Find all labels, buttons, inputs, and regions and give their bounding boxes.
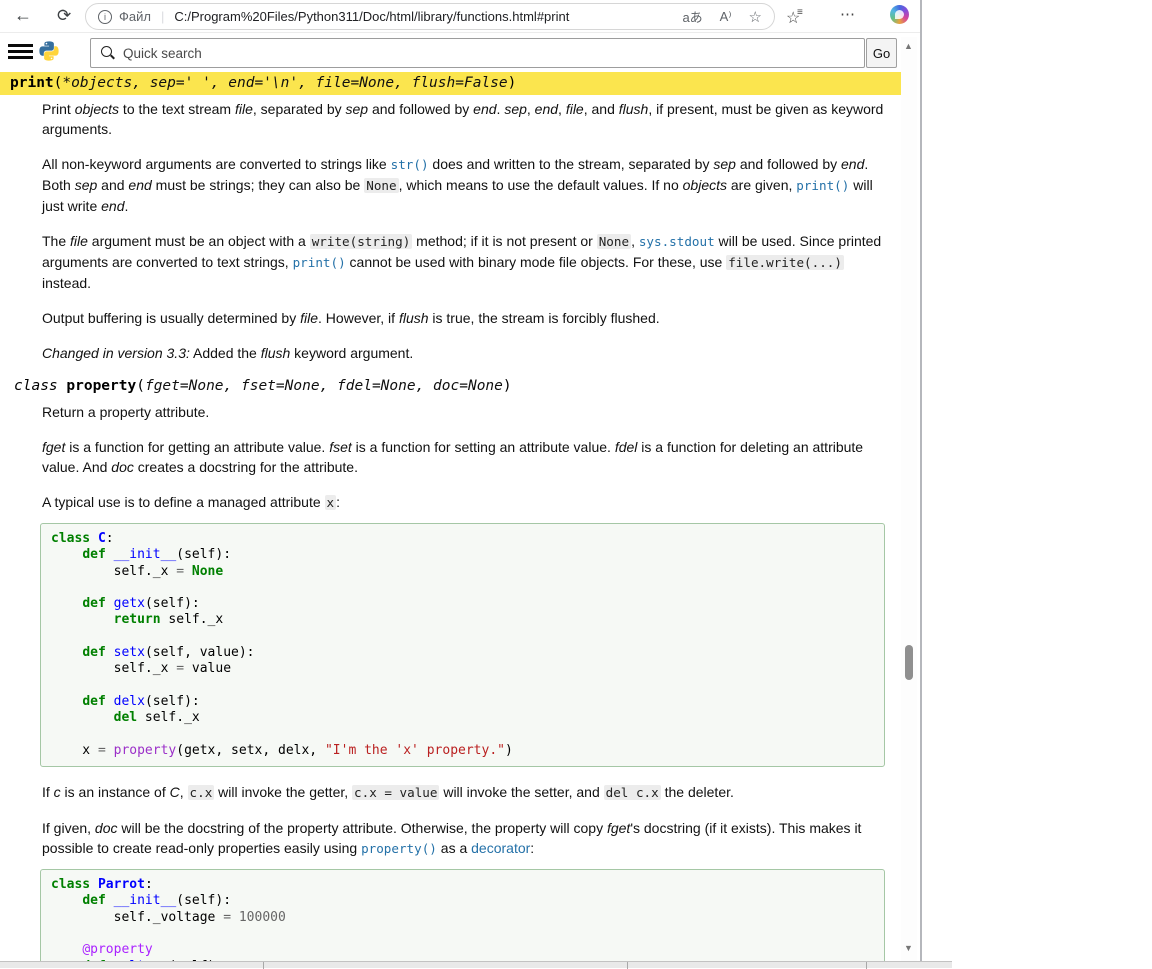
code-line: def setx(self, value): [51, 645, 874, 661]
window-edge-border [920, 0, 922, 961]
address-bar[interactable]: i Файл | C:/Program%20Files/Python311/Do… [85, 3, 775, 30]
paragraph: Output buffering is usually determined b… [42, 308, 886, 328]
property-class-entry: class property(fget=None, fset=None, fde… [0, 375, 903, 961]
link[interactable]: str() [391, 157, 429, 172]
copilot-icon[interactable] [890, 5, 909, 24]
python-logo[interactable] [38, 40, 60, 62]
url-text[interactable]: C:/Program%20Files/Python311/Doc/html/li… [174, 9, 665, 24]
search-icon [101, 46, 115, 60]
browser-window: ← ⟳ i Файл | C:/Program%20Files/Python31… [0, 0, 921, 961]
site-info-icon[interactable]: i [98, 10, 112, 24]
code-line: self._voltage = 100000 [51, 910, 874, 926]
code-line: class Parrot: [51, 877, 874, 893]
code-line [51, 629, 874, 645]
refresh-icon[interactable]: ⟳ [57, 7, 71, 24]
code-line: del self._x [51, 710, 874, 726]
paragraph: If c is an instance of C, c.x will invok… [42, 782, 886, 803]
back-icon[interactable]: ← [14, 7, 32, 24]
browser-toolbar: ← ⟳ i Файл | C:/Program%20Files/Python31… [0, 0, 920, 33]
site-label: Файл [119, 9, 151, 24]
link[interactable]: print() [796, 178, 849, 193]
read-aloud-icon[interactable]: A⁾ [720, 9, 732, 25]
code-line [51, 926, 874, 942]
paragraph: The file argument must be an object with… [42, 231, 886, 293]
paragraph: Print objects to the text stream file, s… [42, 99, 886, 139]
code-example-parrot-class: class Parrot: def __init__(self): self._… [40, 869, 885, 961]
code-line: def getx(self): [51, 596, 874, 612]
code-line [51, 678, 874, 694]
more-menu-icon[interactable]: ⋯ [840, 6, 856, 23]
code-line: @property [51, 942, 874, 958]
taskbar-edge-strip [0, 961, 952, 968]
scroll-down-icon[interactable]: ▼ [904, 943, 913, 953]
paragraph: All non-keyword arguments are converted … [42, 154, 886, 216]
favorite-star-icon[interactable]: ☆ [749, 8, 762, 26]
code-example-property-class-c: class C: def __init__(self): self._x = N… [40, 523, 885, 767]
scrollbar-thumb[interactable] [905, 645, 913, 680]
code-line: class C: [51, 531, 874, 547]
code-line: def __init__(self): [51, 547, 874, 563]
code-line: x = property(getx, setx, delx, "I'm the … [51, 743, 874, 759]
print-description: Print objects to the text stream file, s… [42, 99, 886, 363]
code-line [51, 727, 874, 743]
code-line: self._x = value [51, 661, 874, 677]
code-line: self._x = None [51, 564, 874, 580]
hamburger-menu-icon[interactable] [8, 44, 33, 59]
paragraph: If given, doc will be the docstring of t… [42, 818, 886, 859]
quick-search-box[interactable] [90, 38, 865, 68]
link[interactable]: sys.stdout [639, 234, 715, 249]
address-divider: | [161, 9, 164, 24]
code-line: return self._x [51, 612, 874, 628]
vertical-scrollbar[interactable]: ▲ ▼ [901, 37, 917, 961]
link[interactable]: decorator [471, 840, 530, 856]
print-function-entry: print(*objects, sep=' ', end='\n', file=… [0, 72, 903, 363]
property-description: Return a property attribute. fget is a f… [42, 402, 886, 961]
paragraph: fget is a function for getting an attrib… [42, 437, 886, 477]
property-signature: class property(fget=None, fset=None, fde… [0, 375, 903, 398]
scroll-up-icon[interactable]: ▲ [904, 41, 913, 51]
go-button[interactable]: Go [866, 38, 897, 68]
code-line: def __init__(self): [51, 893, 874, 909]
link[interactable]: property() [361, 841, 437, 856]
print-signature: print(*objects, sep=' ', end='\n', file=… [0, 72, 903, 95]
paragraph: Return a property attribute. [42, 402, 886, 422]
translate-icon[interactable]: aあ [682, 7, 702, 26]
changed-in-version-note: Changed in version 3.3: Added the flush … [42, 343, 886, 363]
document-content: print(*objects, sep=' ', end='\n', file=… [0, 70, 903, 961]
paragraph: A typical use is to define a managed att… [42, 492, 886, 513]
code-line: def delx(self): [51, 694, 874, 710]
collections-lines-glyph: ≡ [797, 7, 803, 18]
collections-icon[interactable]: ☆ ≡ [786, 8, 806, 26]
link[interactable]: print() [293, 255, 346, 270]
search-input[interactable] [123, 46, 864, 61]
docs-nav-bar: Go [0, 33, 903, 70]
code-line [51, 580, 874, 596]
